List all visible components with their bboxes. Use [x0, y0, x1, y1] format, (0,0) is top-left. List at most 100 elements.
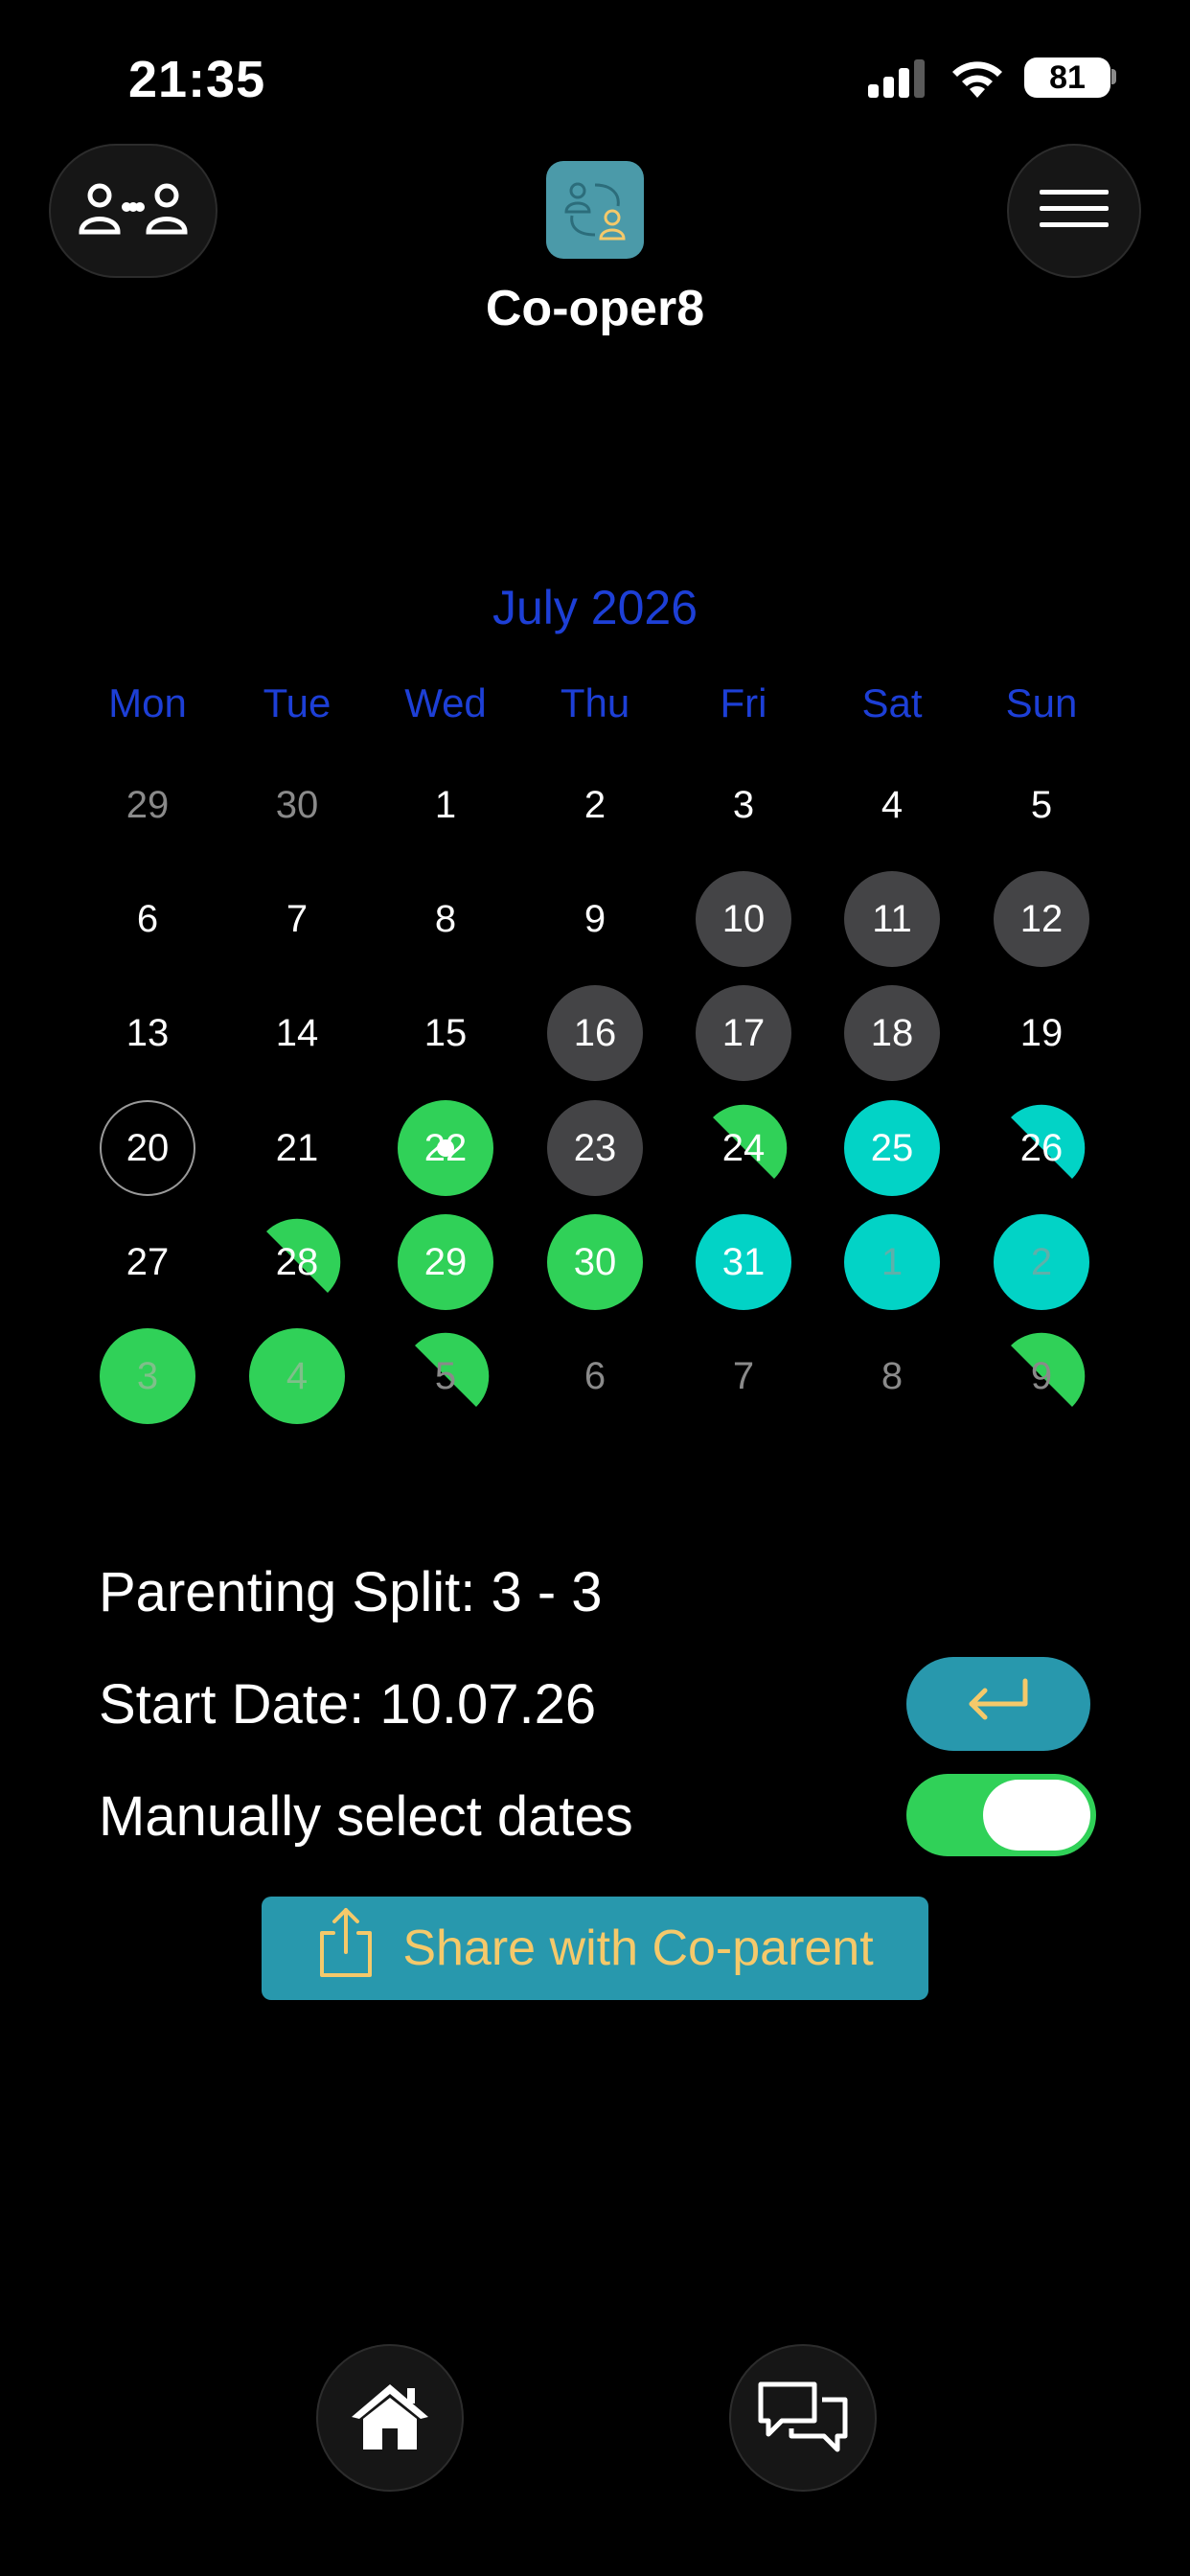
calendar-day[interactable]: 13 — [100, 985, 195, 1081]
day-number: 12 — [1019, 897, 1064, 940]
calendar-day[interactable]: 5 — [994, 757, 1089, 853]
day-number: 5 — [1030, 783, 1053, 826]
calendar-day[interactable]: 26 — [994, 1100, 1089, 1196]
calendar-day[interactable]: 25 — [844, 1100, 940, 1196]
day-number: 30 — [573, 1240, 617, 1283]
calendar-day[interactable]: 2 — [994, 1214, 1089, 1310]
manual-select-label: Manually select dates — [99, 1785, 633, 1848]
day-number: 30 — [275, 783, 319, 826]
day-number: 7 — [286, 897, 309, 940]
day-number: 14 — [275, 1011, 319, 1054]
calendar-day[interactable]: 30 — [249, 757, 345, 853]
calendar-day[interactable]: 24 — [696, 1100, 791, 1196]
day-number: 3 — [732, 783, 755, 826]
day-number: 24 — [721, 1126, 766, 1169]
day-number: 8 — [434, 897, 457, 940]
calendar-day[interactable]: 1 — [844, 1214, 940, 1310]
set-start-date-button[interactable] — [906, 1657, 1090, 1751]
chat-button[interactable] — [729, 2344, 877, 2492]
calendar-day[interactable]: 22 — [398, 1100, 493, 1196]
calendar-day[interactable]: 6 — [100, 871, 195, 967]
cellular-signal-icon — [868, 59, 927, 103]
co-parents-logo-icon — [546, 161, 644, 259]
calendar-day[interactable]: 1 — [398, 757, 493, 853]
calendar-day[interactable]: 31 — [696, 1214, 791, 1310]
weekday-sun: Sun — [1005, 680, 1078, 725]
co-parents-icon — [76, 178, 191, 244]
calendar-day[interactable]: 19 — [994, 985, 1089, 1081]
day-number: 2 — [584, 783, 606, 826]
start-date-label: Start Date: 10.07.26 — [99, 1673, 597, 1736]
day-number: 9 — [584, 897, 606, 940]
chat-bubbles-icon — [755, 2377, 851, 2460]
calendar-day[interactable]: 7 — [696, 1328, 791, 1424]
menu-button[interactable] — [1007, 144, 1141, 278]
calendar-day[interactable]: 20 — [100, 1100, 195, 1196]
day-number: 1 — [434, 783, 457, 826]
day-number: 4 — [881, 783, 904, 826]
calendar-day[interactable]: 18 — [844, 985, 940, 1081]
calendar-day[interactable]: 11 — [844, 871, 940, 967]
day-number: 27 — [126, 1240, 170, 1283]
day-number: 19 — [1019, 1011, 1064, 1054]
weekday-fri: Fri — [720, 680, 767, 725]
day-number: 29 — [126, 783, 170, 826]
day-number: 25 — [870, 1126, 914, 1169]
calendar-day[interactable]: 4 — [844, 757, 940, 853]
calendar-day[interactable]: 7 — [249, 871, 345, 967]
calendar-day[interactable]: 28 — [249, 1214, 345, 1310]
home-button[interactable] — [316, 2344, 464, 2492]
calendar-day[interactable]: 21 — [249, 1100, 345, 1196]
manual-select-toggle[interactable] — [906, 1774, 1096, 1856]
day-number: 9 — [1030, 1354, 1053, 1397]
weekday-mon: Mon — [108, 680, 187, 725]
return-arrow-icon — [962, 1675, 1035, 1734]
hamburger-menu-icon — [1040, 189, 1109, 233]
calendar-day[interactable]: 16 — [547, 985, 643, 1081]
day-number: 15 — [423, 1011, 468, 1054]
calendar-day[interactable]: 23 — [547, 1100, 643, 1196]
day-number: 7 — [732, 1354, 755, 1397]
calendar-day[interactable]: 27 — [100, 1214, 195, 1310]
home-icon — [350, 2380, 430, 2456]
calendar-day[interactable]: 9 — [994, 1328, 1089, 1424]
day-number: 10 — [721, 897, 766, 940]
calendar-day[interactable]: 8 — [398, 871, 493, 967]
calendar-day[interactable]: 17 — [696, 985, 791, 1081]
calendar-day[interactable]: 10 — [696, 871, 791, 967]
calendar-day[interactable]: 15 — [398, 985, 493, 1081]
day-number: 1 — [881, 1240, 904, 1283]
calendar-month-label[interactable]: July 2026 — [0, 580, 1190, 635]
day-number: 29 — [423, 1240, 468, 1283]
day-number: 31 — [721, 1240, 766, 1283]
day-number: 21 — [275, 1126, 319, 1169]
calendar-day[interactable]: 29 — [398, 1214, 493, 1310]
weekday-sat: Sat — [861, 680, 923, 725]
calendar-day[interactable]: 2 — [547, 757, 643, 853]
day-number: 20 — [126, 1126, 170, 1169]
calendar-day[interactable]: 3 — [100, 1328, 195, 1424]
day-number: 5 — [434, 1354, 457, 1397]
calendar-day[interactable]: 8 — [844, 1328, 940, 1424]
day-number: 2 — [1030, 1240, 1053, 1283]
calendar-day[interactable]: 3 — [696, 757, 791, 853]
day-number: 23 — [573, 1126, 617, 1169]
day-number: 4 — [286, 1354, 309, 1397]
day-number: 26 — [1019, 1126, 1064, 1169]
day-number: 13 — [126, 1011, 170, 1054]
parenting-split-label: Parenting Split: 3 - 3 — [99, 1561, 603, 1623]
co-parents-button[interactable] — [49, 144, 217, 278]
calendar-day[interactable]: 14 — [249, 985, 345, 1081]
day-number: 6 — [136, 897, 159, 940]
share-with-coparent-button[interactable]: Share with Co-parent — [262, 1897, 928, 2000]
calendar-day[interactable]: 4 — [249, 1328, 345, 1424]
calendar-day[interactable]: 5 — [398, 1328, 493, 1424]
calendar-day[interactable]: 30 — [547, 1214, 643, 1310]
battery-indicator: 81 — [1024, 58, 1110, 98]
app-title: Co-oper8 — [485, 281, 705, 336]
calendar-day[interactable]: 9 — [547, 871, 643, 967]
calendar-day[interactable]: 12 — [994, 871, 1089, 967]
calendar-day[interactable]: 29 — [100, 757, 195, 853]
day-number: 17 — [721, 1011, 766, 1054]
calendar-day[interactable]: 6 — [547, 1328, 643, 1424]
